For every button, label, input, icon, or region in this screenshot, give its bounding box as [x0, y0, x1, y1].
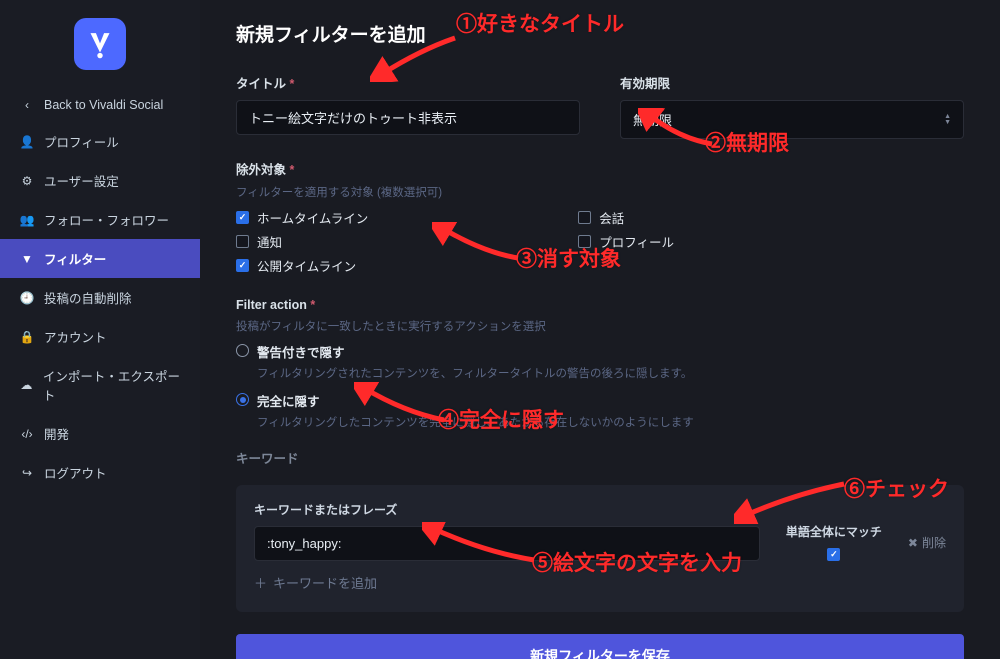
save-filter-button[interactable]: 新規フィルターを保存	[236, 634, 964, 659]
checkbox-icon	[578, 211, 591, 224]
cloud-icon: ☁	[20, 378, 33, 392]
title-label: タイトル	[236, 73, 580, 92]
sidebar-item-label: フィルター	[44, 249, 106, 268]
sidebar-item-label: 投稿の自動削除	[44, 288, 132, 307]
gear-icon: ⚙	[20, 174, 34, 188]
keyword-input[interactable]	[254, 526, 760, 561]
vivaldi-logo	[74, 18, 126, 70]
context-label: 会話	[599, 208, 624, 227]
action-warn-desc: フィルタリングされたコンテンツを、フィルタータイトルの警告の後ろに隠します。	[257, 365, 964, 381]
sidebar-item-development[interactable]: ‹/› 開発	[0, 414, 200, 453]
sidebar-item-autodelete[interactable]: 🕘 投稿の自動削除	[0, 278, 200, 317]
context-thread[interactable]: 会話	[578, 208, 674, 227]
filter-icon: ▼	[20, 252, 34, 266]
add-keyword-button[interactable]: ＋ キーワードを追加	[254, 573, 946, 592]
keyword-whole-label: 単語全体にマッチ	[784, 523, 884, 540]
checkbox-icon	[236, 259, 249, 272]
sidebar-item-follow[interactable]: 👥 フォロー・フォロワー	[0, 200, 200, 239]
radio-label: 警告付きで隠す	[257, 342, 345, 361]
context-label: 通知	[257, 232, 282, 251]
back-link-label: Back to Vivaldi Social	[44, 98, 163, 112]
filter-action-label: Filter action	[236, 298, 964, 312]
sidebar-item-filters[interactable]: ▼ フィルター	[0, 239, 200, 278]
contexts-label: 除外対象	[236, 159, 964, 178]
sidebar-item-label: ログアウト	[44, 463, 107, 482]
sidebar-item-label: プロフィール	[44, 132, 119, 151]
keyword-whole-checkbox[interactable]	[827, 548, 840, 561]
user-icon: 👤	[20, 135, 34, 149]
add-keyword-label: キーワードを追加	[273, 573, 377, 592]
contexts-hint: フィルターを適用する対象 (複数選択可)	[236, 184, 964, 200]
delete-label: 削除	[922, 534, 946, 551]
chevron-left-icon: ‹	[20, 98, 34, 112]
logout-icon: ↪	[20, 466, 34, 480]
expire-value: 無期限	[633, 110, 672, 129]
select-caret-icon: ▲▼	[944, 114, 951, 126]
keyword-box: キーワードまたはフレーズ 単語全体にマッチ ✖ 削除 ＋ キーワードを追加	[236, 485, 964, 612]
sidebar-item-account[interactable]: 🔒 アカウント	[0, 317, 200, 356]
context-home[interactable]: ホームタイムライン	[236, 208, 368, 227]
radio-icon	[236, 393, 249, 406]
context-public[interactable]: 公開タイムライン	[236, 256, 368, 275]
sidebar-item-label: インポート・エクスポート	[43, 366, 180, 404]
context-label: ホームタイムライン	[257, 208, 368, 227]
sidebar-item-label: 開発	[44, 424, 69, 443]
sidebar-item-logout[interactable]: ↪ ログアウト	[0, 453, 200, 492]
context-label: プロフィール	[599, 232, 674, 251]
sidebar-item-label: フォロー・フォロワー	[44, 210, 169, 229]
context-label: 公開タイムライン	[257, 256, 356, 275]
keyword-section-label: キーワード	[236, 448, 964, 467]
page-title: 新規フィルターを追加	[236, 20, 964, 47]
logo-wrap	[0, 18, 200, 70]
radio-label: 完全に隠す	[257, 391, 320, 410]
radio-icon	[236, 344, 249, 357]
expire-select[interactable]: 無期限 ▲▼	[620, 100, 964, 139]
main-content: 新規フィルターを追加 タイトル 有効期限 無期限 ▲▼ 除外対象 フィルターを適…	[200, 0, 1000, 659]
keyword-phrase-label: キーワードまたはフレーズ	[254, 501, 760, 518]
sidebar-item-profile[interactable]: 👤 プロフィール	[0, 122, 200, 161]
back-link[interactable]: ‹ Back to Vivaldi Social	[0, 88, 200, 122]
sidebar: ‹ Back to Vivaldi Social 👤 プロフィール ⚙ ユーザー…	[0, 0, 200, 659]
sidebar-item-import-export[interactable]: ☁ インポート・エクスポート	[0, 356, 200, 414]
keyword-delete-button[interactable]: ✖ 削除	[908, 534, 946, 561]
context-profile[interactable]: プロフィール	[578, 232, 674, 251]
action-hide-desc: フィルタリングしたコンテンツを完全に隠し、あたかも存在しないかのようにします	[257, 414, 964, 430]
checkbox-icon	[236, 235, 249, 248]
plus-icon: ＋	[254, 573, 267, 592]
sidebar-item-user-settings[interactable]: ⚙ ユーザー設定	[0, 161, 200, 200]
sidebar-item-label: アカウント	[44, 327, 107, 346]
expire-label: 有効期限	[620, 73, 964, 92]
users-icon: 👥	[20, 213, 34, 227]
lock-icon: 🔒	[20, 330, 34, 344]
filter-action-hint: 投稿がフィルタに一致したときに実行するアクションを選択	[236, 318, 964, 334]
checkbox-icon	[578, 235, 591, 248]
clock-icon: 🕘	[20, 291, 34, 305]
action-hide[interactable]: 完全に隠す	[236, 391, 964, 410]
action-warn[interactable]: 警告付きで隠す	[236, 342, 964, 361]
sidebar-item-label: ユーザー設定	[44, 171, 119, 190]
code-icon: ‹/›	[20, 427, 34, 441]
context-notifications[interactable]: 通知	[236, 232, 368, 251]
checkbox-icon	[236, 211, 249, 224]
close-icon: ✖	[908, 536, 918, 550]
title-input[interactable]	[236, 100, 580, 135]
